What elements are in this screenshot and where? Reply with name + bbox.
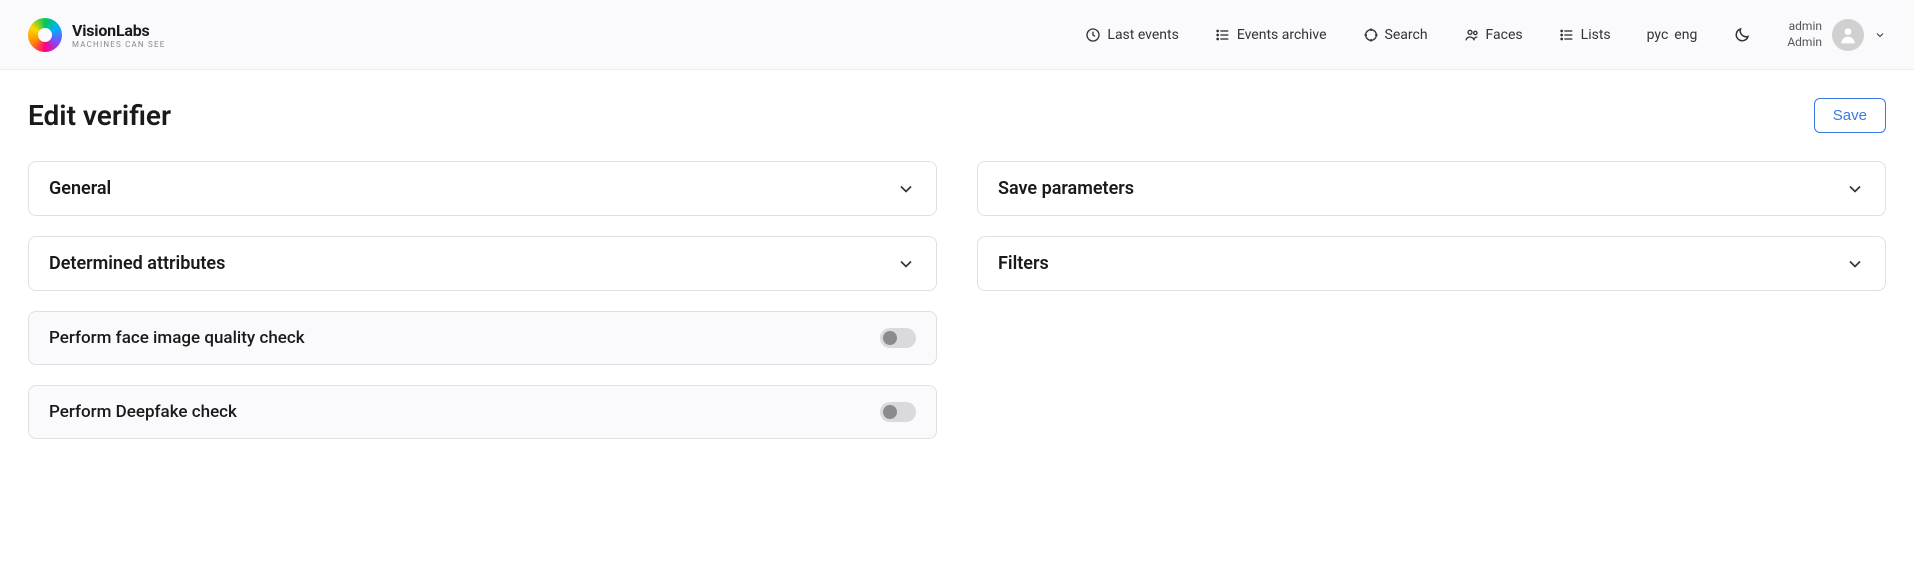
clock-icon (1085, 27, 1101, 43)
panel-save-parameters[interactable]: Save parameters (977, 161, 1886, 216)
panel-face-quality-check: Perform face image quality check (28, 311, 937, 365)
brand-name: VisionLabs (72, 21, 165, 40)
logo-icon (28, 18, 62, 52)
panel-general[interactable]: General (28, 161, 937, 216)
nav-label: Lists (1581, 27, 1611, 43)
user-menu[interactable]: admin Admin (1787, 19, 1886, 51)
app-header: VisionLabs MACHINES CAN SEE Last events … (0, 0, 1914, 70)
panel-filters[interactable]: Filters (977, 236, 1886, 291)
nav-last-events[interactable]: Last events (1085, 27, 1178, 43)
logo-text: VisionLabs MACHINES CAN SEE (72, 21, 165, 49)
lang-ru[interactable]: рус (1647, 27, 1669, 43)
list-icon (1215, 27, 1231, 43)
brand-logo[interactable]: VisionLabs MACHINES CAN SEE (28, 18, 165, 52)
target-icon (1363, 27, 1379, 43)
page-header: Edit verifier Save (28, 98, 1886, 133)
panel-title: Filters (998, 253, 1049, 274)
user-role: Admin (1787, 35, 1822, 51)
panel-deepfake-check: Perform Deepfake check (28, 385, 937, 439)
people-icon (1464, 27, 1480, 43)
panel-title: Determined attributes (49, 253, 225, 274)
save-button[interactable]: Save (1814, 98, 1886, 133)
nav-label: Last events (1107, 27, 1178, 43)
nav-label: Faces (1486, 27, 1523, 43)
nav-events-archive[interactable]: Events archive (1215, 27, 1327, 43)
avatar (1832, 19, 1864, 51)
nav-lists[interactable]: Lists (1559, 27, 1611, 43)
main-nav: Last events Events archive Search Faces … (1085, 19, 1886, 51)
language-switcher: рус eng (1647, 27, 1698, 43)
columns-layout: General Determined attributes Perform fa… (28, 161, 1886, 439)
chevron-down-icon (896, 254, 916, 274)
toggle-deepfake-check[interactable] (880, 402, 916, 422)
panel-title: General (49, 178, 111, 199)
main-content: Edit verifier Save General Determined at… (0, 70, 1914, 467)
chevron-down-icon (1874, 29, 1886, 41)
list-icon (1559, 27, 1575, 43)
toggle-face-quality-check[interactable] (880, 328, 916, 348)
panel-title: Save parameters (998, 178, 1134, 199)
nav-faces[interactable]: Faces (1464, 27, 1523, 43)
nav-label: Search (1385, 27, 1428, 43)
right-column: Save parameters Filters (977, 161, 1886, 439)
brand-tagline: MACHINES CAN SEE (72, 40, 165, 49)
moon-icon[interactable] (1733, 26, 1751, 44)
chevron-down-icon (1845, 179, 1865, 199)
user-info: admin Admin (1787, 19, 1822, 50)
chevron-down-icon (1845, 254, 1865, 274)
nav-label: Events archive (1237, 27, 1327, 43)
panel-title: Perform face image quality check (49, 328, 305, 348)
person-icon (1838, 25, 1858, 45)
left-column: General Determined attributes Perform fa… (28, 161, 937, 439)
page-title: Edit verifier (28, 99, 171, 132)
user-name: admin (1789, 19, 1822, 35)
panel-determined-attributes[interactable]: Determined attributes (28, 236, 937, 291)
lang-en[interactable]: eng (1674, 27, 1697, 43)
panel-title: Perform Deepfake check (49, 402, 237, 422)
nav-search[interactable]: Search (1363, 27, 1428, 43)
chevron-down-icon (896, 179, 916, 199)
